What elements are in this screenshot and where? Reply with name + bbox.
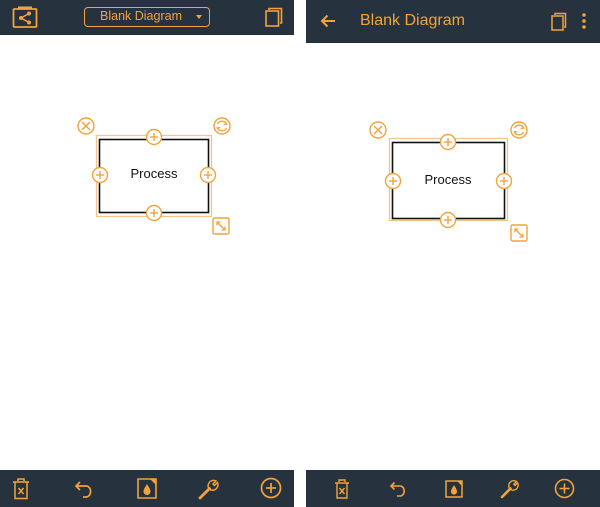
right-screen: Blank Diagram Process [306, 0, 600, 507]
add-circle-icon[interactable] [260, 477, 282, 499]
add-connector-right-icon[interactable] [495, 172, 513, 190]
undo-icon[interactable] [389, 481, 409, 497]
diagram-canvas[interactable]: Process [0, 35, 294, 470]
share-diagram-icon[interactable] [12, 6, 38, 30]
delete-shape-icon[interactable] [77, 117, 95, 135]
resize-handle-icon[interactable] [212, 217, 230, 235]
undo-icon[interactable] [74, 480, 96, 498]
add-connector-bottom-icon[interactable] [145, 204, 163, 222]
add-connector-top-icon[interactable] [145, 128, 163, 146]
trash-icon[interactable] [334, 479, 350, 499]
resize-handle-icon[interactable] [510, 224, 528, 242]
rotate-shape-icon[interactable] [510, 121, 528, 139]
add-circle-icon[interactable] [554, 478, 575, 499]
rotate-shape-icon[interactable] [213, 117, 231, 135]
add-connector-right-icon[interactable] [199, 166, 217, 184]
process-shape-label[interactable]: Process [110, 166, 198, 181]
diagram-name-label: Blank Diagram [100, 9, 182, 23]
copy-icon[interactable] [265, 7, 283, 27]
diagram-name-dropdown[interactable]: Blank Diagram [84, 7, 210, 27]
fill-color-icon[interactable] [445, 480, 463, 498]
selection-overlay [369, 121, 528, 242]
trash-icon[interactable] [12, 478, 30, 500]
delete-shape-icon[interactable] [369, 121, 387, 139]
add-connector-left-icon[interactable] [384, 172, 402, 190]
screen-divider [294, 0, 306, 507]
arrow-left-icon[interactable] [320, 14, 336, 28]
top-app-bar: Blank Diagram [306, 0, 600, 43]
selection-overlay [77, 117, 231, 235]
wrench-icon[interactable] [500, 479, 520, 499]
bottom-toolbar [0, 470, 294, 507]
caret-down-icon [196, 15, 202, 19]
bottom-toolbar [306, 470, 600, 507]
diagram-canvas[interactable]: Process [306, 43, 600, 470]
more-vert-icon[interactable] [581, 12, 587, 30]
add-connector-bottom-icon[interactable] [439, 211, 457, 229]
copy-icon[interactable] [551, 12, 567, 31]
fill-color-icon[interactable] [137, 478, 157, 499]
left-screen: Blank Diagram Process [0, 0, 294, 507]
wrench-icon[interactable] [198, 478, 220, 500]
page-title: Blank Diagram [360, 12, 465, 29]
top-app-bar: Blank Diagram [0, 0, 294, 35]
process-shape-label[interactable]: Process [404, 172, 492, 187]
add-connector-left-icon[interactable] [91, 166, 109, 184]
add-connector-top-icon[interactable] [439, 133, 457, 151]
